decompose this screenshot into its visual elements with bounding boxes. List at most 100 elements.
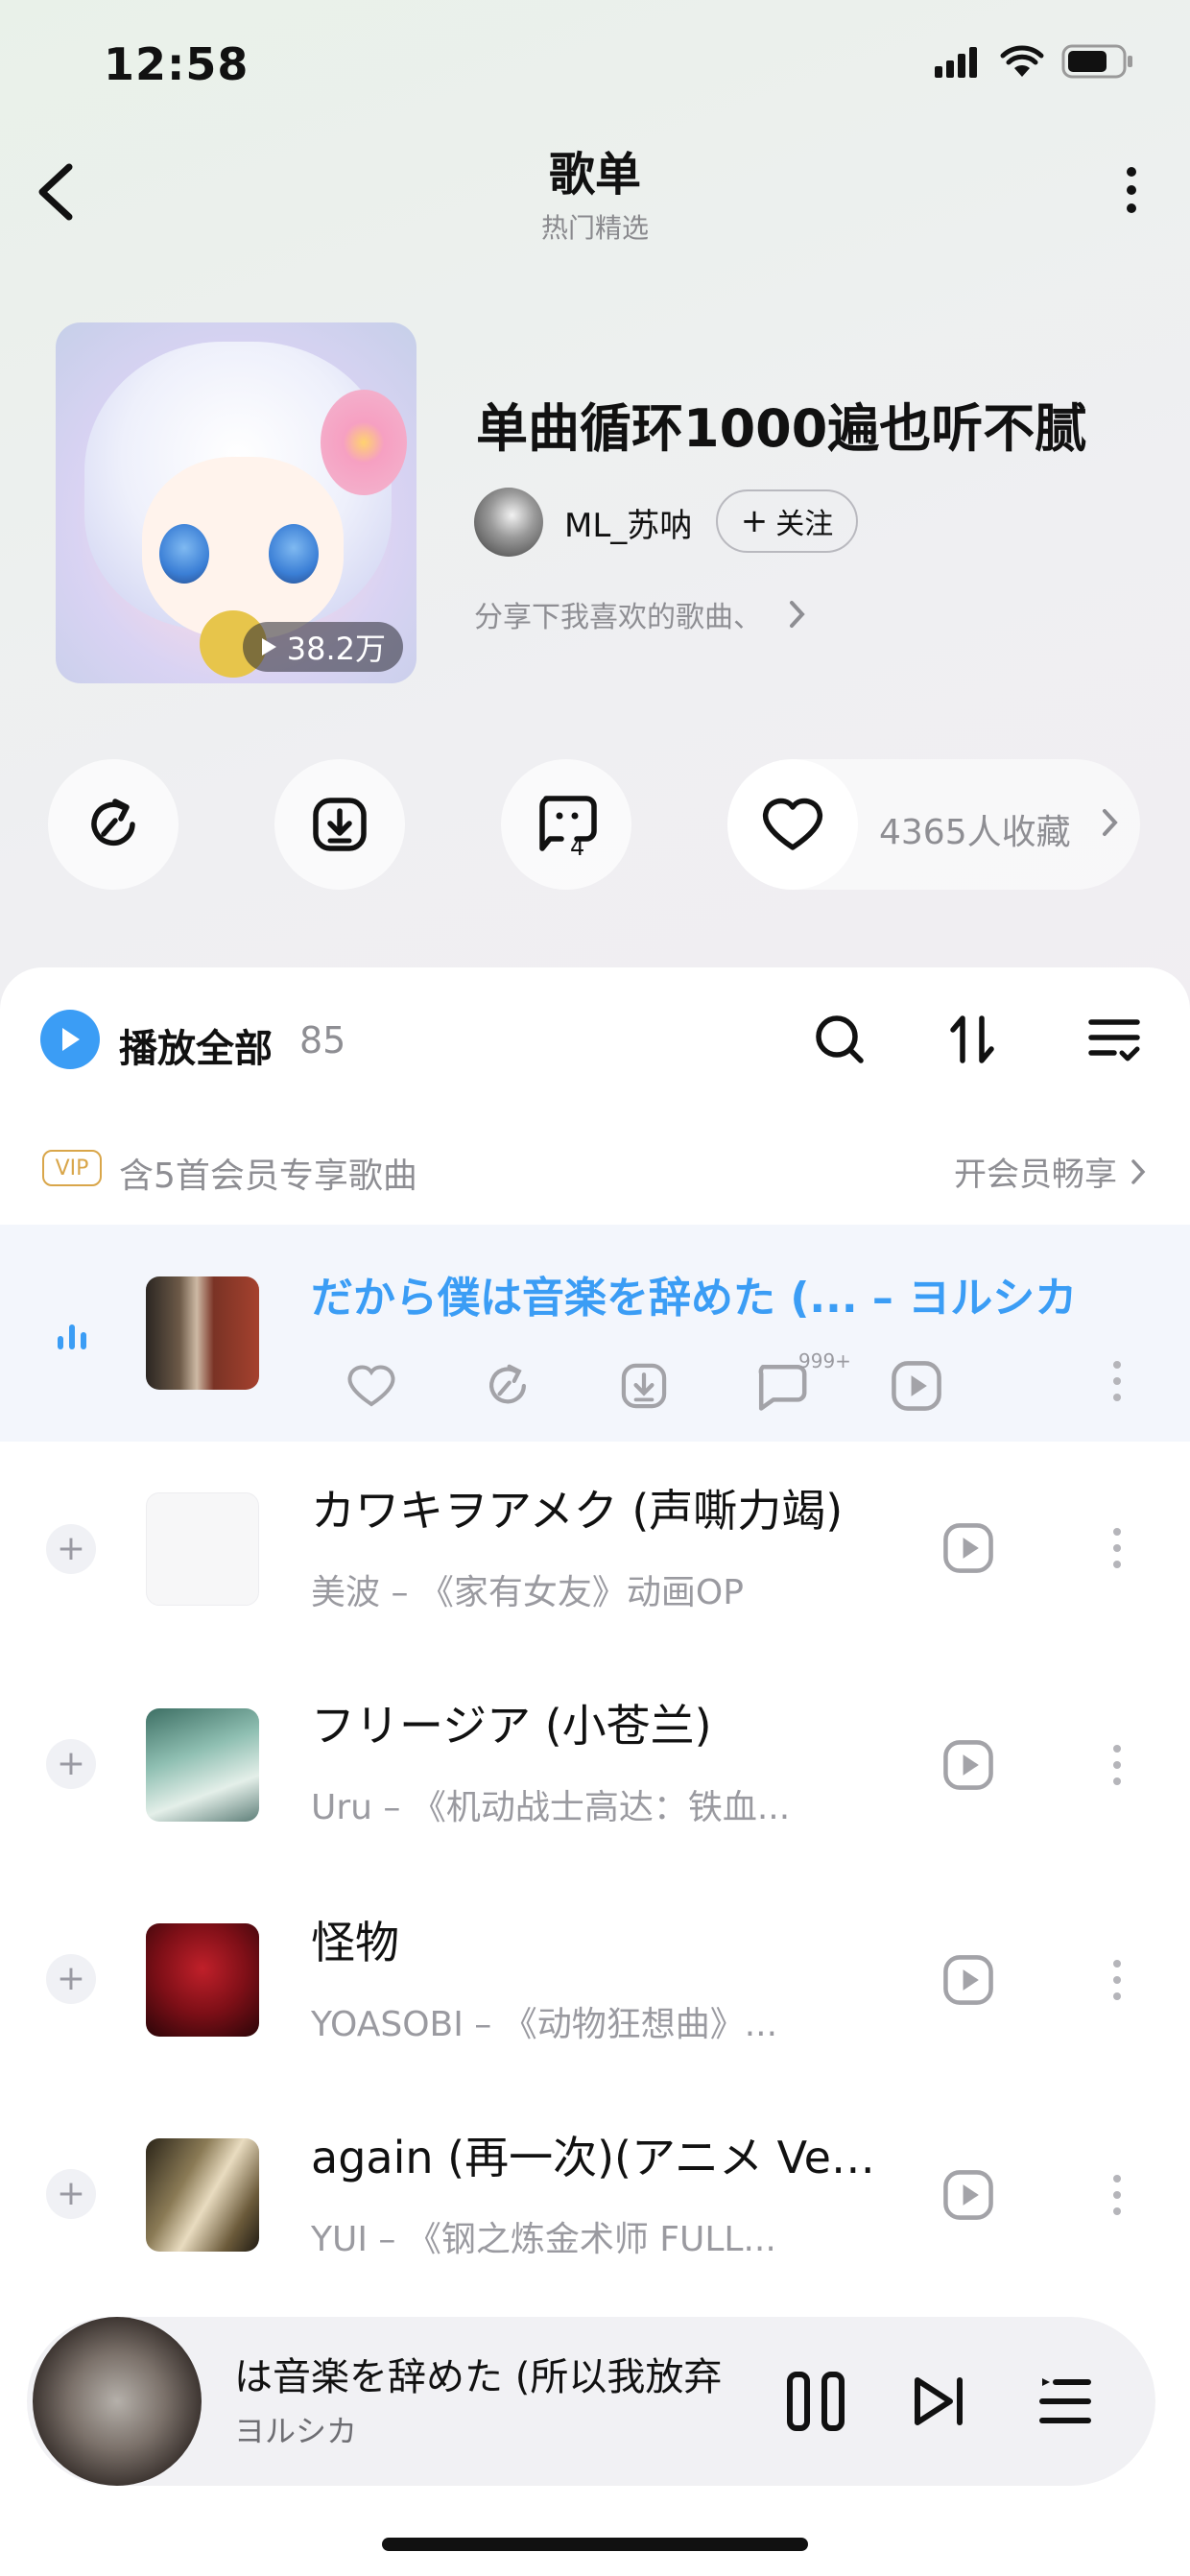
current-song-title: だから僕は音楽を辞めた (... – ヨルシカ [311,1274,1078,1323]
comment-icon [539,796,597,851]
download-icon [313,798,367,851]
song-thumbnail [146,1923,259,2037]
search-button[interactable] [808,1008,871,1071]
vip-badge: VIP [42,1150,102,1186]
collect-count: 4365人收藏 [879,813,1071,852]
search-icon [816,1015,864,1063]
open-vip-label: 开会员畅享 [954,1156,1117,1194]
song-thumbnail [146,1492,259,1606]
video-play-icon [943,2170,993,2220]
queue-list-icon [1039,2378,1091,2423]
song-title: フリージア (小苍兰) [311,1700,712,1752]
add-to-queue-button[interactable]: + [46,1524,96,1574]
share-icon [91,799,135,847]
song-more-button[interactable] [1098,1946,1136,2014]
sort-button[interactable] [940,1008,1004,1071]
play-all-button[interactable] [40,1010,100,1069]
mini-player-cover[interactable] [33,2317,202,2486]
collect-heart-button[interactable] [727,759,858,890]
download-button[interactable] [274,759,405,890]
song-more-button[interactable] [1098,1348,1136,1415]
download-song-button[interactable] [576,1355,712,1417]
play-all-label[interactable]: 播放全部 [119,1017,273,1073]
wifi-icon [1000,45,1044,77]
video-play-icon [943,1955,993,2005]
song-thumbnail [146,1276,259,1390]
mini-player-title: は音楽を辞めた (所以我放弃 [234,2355,723,2399]
chevron-right-icon [1131,1158,1146,1184]
more-options-button[interactable] [1107,159,1155,221]
now-playing-icon [58,1323,86,1349]
playlist-cover[interactable]: 38.2万 [56,322,416,683]
multi-select-button[interactable] [1083,1008,1146,1071]
mv-button[interactable] [937,1733,1000,1797]
play-small-icon [261,638,276,656]
add-to-queue-button[interactable]: + [46,1739,96,1789]
play-icon [62,1028,80,1051]
status-icons [935,44,1134,79]
add-to-queue-button[interactable]: + [46,1954,96,2004]
song-subtitle: 美波 – 《家有女友》动画OP [311,1573,744,1612]
battery-icon [1061,44,1132,79]
next-icon [915,2377,963,2425]
playlist-queue-button[interactable] [1027,2363,1104,2440]
song-thumbnail [146,2138,259,2252]
video-play-icon [943,1523,993,1573]
like-button[interactable] [303,1355,440,1417]
song-comment-button[interactable]: 999+ [712,1349,851,1417]
play-count: 38.2万 [286,631,386,667]
song-more-button[interactable] [1098,1515,1136,1582]
status-time: 12:58 [104,38,250,90]
download-icon [621,1363,667,1409]
song-subtitle: YUI – 《钢之炼金术师 FULL... [311,2220,776,2259]
follow-label: 关注 [775,508,834,541]
page-subtitle: 热门精选 [540,212,649,244]
vip-info: 含5首会员专享歌曲 [119,1157,417,1196]
home-indicator [382,2538,808,2551]
pause-icon [787,2372,845,2431]
playlist-title: 单曲循环1000遍也听不腻 [476,398,1087,459]
list-check-icon [1088,1019,1140,1061]
creator-avatar[interactable] [474,488,543,557]
share-icon [489,1364,526,1404]
song-title: again (再一次)(アニメ Ver... [311,2132,887,2183]
song-count: 85 [299,1019,346,1061]
heart-icon [347,1365,395,1407]
mv-button[interactable] [937,1948,1000,2012]
chevron-right-icon [1103,809,1118,836]
video-play-icon [892,1361,941,1411]
pause-button[interactable] [777,2363,854,2440]
follow-button[interactable]: + 关注 [716,489,858,553]
description-text: 分享下我喜欢的歌曲、 [474,601,762,634]
mv-button[interactable] [848,1355,985,1417]
comment-button[interactable]: 4 [501,759,631,890]
creator-name[interactable]: ML_苏呐 [564,499,692,546]
mv-button[interactable] [937,1516,1000,1580]
current-song-actions: 999+ [303,1349,985,1417]
video-play-icon [943,1740,993,1790]
share-song-button[interactable] [440,1355,576,1417]
comment-count-badge: 999+ [798,1349,851,1372]
song-more-button[interactable] [1098,2161,1136,2229]
song-thumbnail [146,1708,259,1822]
mv-button[interactable] [937,2163,1000,2227]
song-subtitle: YOASOBI – 《动物狂想曲》... [311,2005,778,2044]
sort-icon [950,1015,994,1063]
comment-count: 4 [570,834,585,861]
chevron-right-icon [790,601,805,628]
page-title: 歌单 [548,148,641,202]
play-count-badge: 38.2万 [242,622,403,672]
mini-player-artist: ヨルシカ [234,2413,358,2449]
open-vip-link[interactable]: 开会员畅享 [954,1148,1146,1195]
song-title: 怪物 [311,1917,399,1968]
song-more-button[interactable] [1098,1731,1136,1799]
plus-icon: + [740,502,769,540]
share-button[interactable] [48,759,178,890]
song-title: カワキヲアメク (声嘶力竭) [311,1485,844,1537]
playlist-description[interactable]: 分享下我喜欢的歌曲、 [474,593,806,635]
cellular-signal-icon [935,47,977,78]
next-track-button[interactable] [902,2363,979,2440]
song-subtitle: Uru – 《机动战士高达：铁血... [311,1788,791,1827]
heart-icon [762,798,823,850]
add-to-queue-button[interactable]: + [46,2169,96,2219]
